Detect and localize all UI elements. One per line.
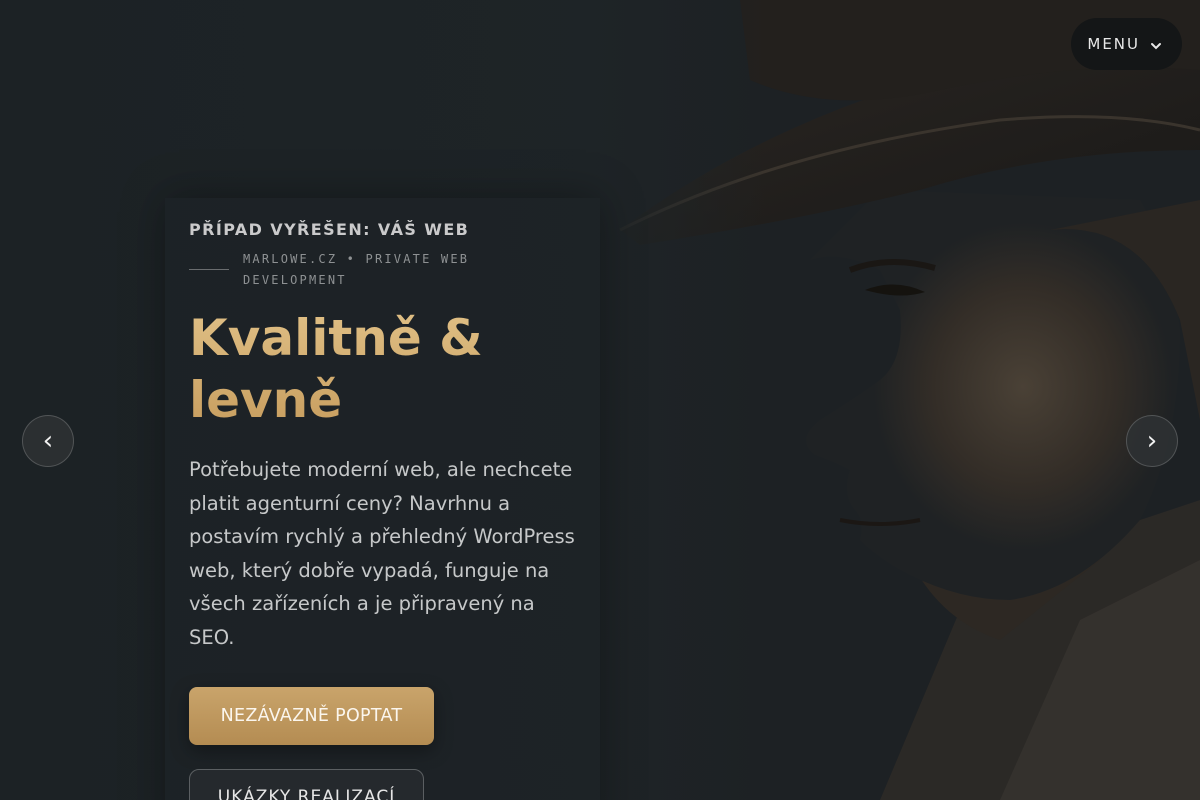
menu-label: MENU xyxy=(1087,35,1140,53)
chevron-left-icon: ‹ xyxy=(42,426,54,456)
hero-section: MENU ‹ › PŘÍPAD VYŘEŠEN: VÁŠ WEB MARLOWE… xyxy=(0,0,1200,800)
carousel-prev-button[interactable]: ‹ xyxy=(22,415,74,467)
hero-eyebrow: PŘÍPAD VYŘEŠEN: VÁŠ WEB xyxy=(189,220,470,239)
portfolio-button[interactable]: UKÁZKY REALIZACÍ xyxy=(189,768,424,800)
chevron-right-icon: › xyxy=(1146,426,1158,456)
carousel-next-button[interactable]: › xyxy=(1126,415,1178,467)
chevron-down-icon xyxy=(1150,38,1162,50)
detective-portrait-image xyxy=(580,0,1200,800)
inquiry-button[interactable]: NEZÁVAZNĚ POPTAT xyxy=(189,686,434,745)
meta-text: MARLOWE.CZ • PRIVATE WEB DEVELOPMENT xyxy=(243,252,470,287)
menu-button[interactable]: MENU xyxy=(1071,18,1182,70)
hero-headline: Kvalitně & levně xyxy=(189,307,569,431)
meta-divider xyxy=(189,269,229,270)
hero-meta: MARLOWE.CZ • PRIVATE WEB DEVELOPMENT xyxy=(189,249,576,291)
hero-card: PŘÍPAD VYŘEŠEN: VÁŠ WEB MARLOWE.CZ • PRI… xyxy=(165,198,600,800)
hero-description: Potřebujete moderní web, ale nechcete pl… xyxy=(189,458,575,649)
